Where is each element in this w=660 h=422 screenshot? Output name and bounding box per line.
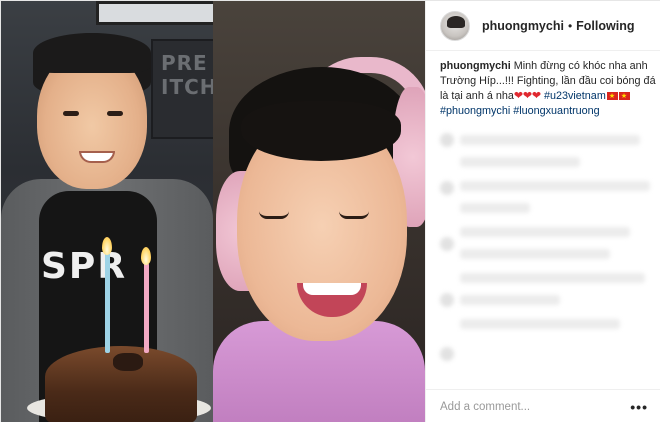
username-link[interactable]: phuongmychi <box>482 19 564 33</box>
bangs <box>241 101 401 161</box>
add-comment-input[interactable] <box>440 400 631 413</box>
hashtag-link[interactable]: #luongxuantruong <box>513 105 599 117</box>
instagram-post: PRE ITCH SPR phuongmychi • Following phu… <box>0 0 660 422</box>
comment-line <box>460 203 530 213</box>
hair-top <box>33 33 151 73</box>
flag-vietnam-icon <box>606 89 618 104</box>
comment-line <box>460 249 610 259</box>
eye-closed <box>339 211 369 219</box>
eye <box>63 111 79 116</box>
eye <box>107 111 123 116</box>
comment-line <box>460 295 560 305</box>
caption-username-link[interactable]: phuongmychi <box>440 60 511 72</box>
comment-line <box>460 181 650 191</box>
post-caption: phuongmychi Minh đừng có khóc nha anh Tr… <box>440 59 656 119</box>
post-sidebar: phuongmychi • Following phuongmychi Minh… <box>425 1 660 422</box>
macaron <box>113 353 143 371</box>
shop-sign-text: PRE ITCH <box>161 51 213 99</box>
teeth <box>303 283 361 295</box>
following-button[interactable]: Following <box>576 19 634 33</box>
comment-avatar <box>440 181 454 195</box>
candle-flame <box>141 247 151 265</box>
comment-avatar <box>440 237 454 251</box>
comment-avatar <box>440 293 454 307</box>
hashtag-link[interactable]: #u23vietnam <box>544 90 606 102</box>
post-header: phuongmychi • Following <box>426 1 660 51</box>
candle-blue <box>105 253 110 353</box>
eye-closed <box>259 211 289 219</box>
blurred-comments <box>440 125 652 375</box>
comment-line <box>460 273 645 283</box>
comment-avatar <box>440 347 454 361</box>
comment-line <box>460 319 620 329</box>
comment-line <box>460 227 630 237</box>
add-comment-row: ••• <box>426 389 660 422</box>
post-media[interactable]: PRE ITCH SPR <box>1 1 425 422</box>
separator-dot: • <box>567 18 573 33</box>
shirt-text: SPR <box>41 246 128 287</box>
hearts-emoji: ❤❤❤ <box>513 90 541 102</box>
candle-pink <box>144 263 149 353</box>
candle-flame <box>102 237 112 255</box>
hashtag-link[interactable]: #phuongmychi <box>440 105 510 117</box>
avatar[interactable] <box>440 10 470 41</box>
comment-avatar <box>440 133 454 147</box>
more-options-icon[interactable]: ••• <box>630 399 648 415</box>
window-frame <box>96 1 213 25</box>
comment-line <box>460 157 580 167</box>
comment-line <box>460 135 640 145</box>
photo-left-boy-birthday: PRE ITCH SPR <box>1 1 213 422</box>
flag-vietnam-icon <box>618 89 630 104</box>
